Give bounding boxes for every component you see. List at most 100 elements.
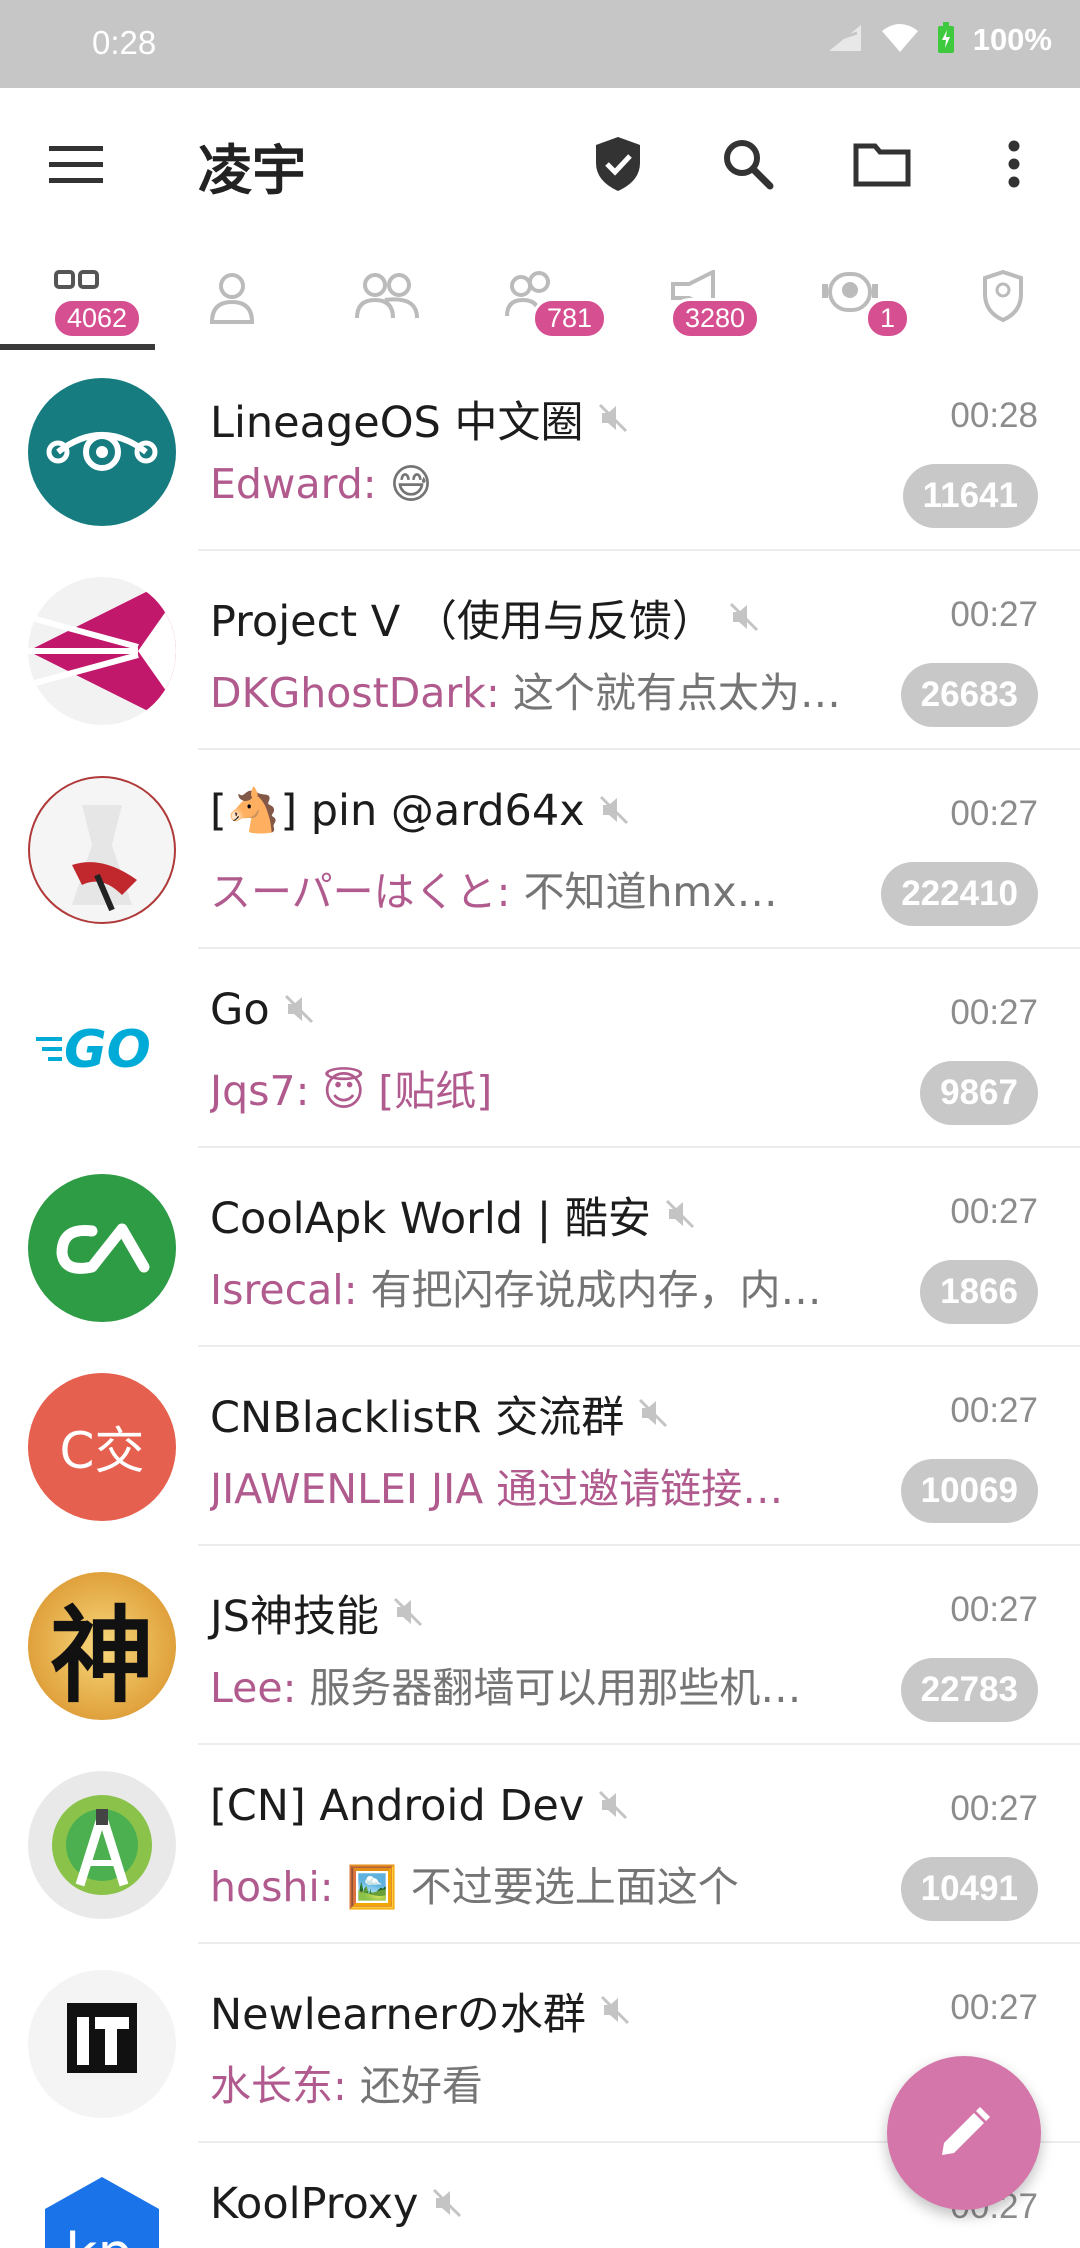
folder-button[interactable] — [842, 124, 922, 204]
last-message: DKGhostDark: 这个就有点太为… — [210, 659, 840, 719]
last-message: 水长东: 还好看 — [210, 2052, 483, 2112]
koolproxy-logo-icon: kp — [45, 2177, 159, 2248]
avatar-glyph: 神 — [49, 1593, 154, 1717]
muted-icon — [665, 1190, 695, 1240]
unread-count-badge: 22783 — [900, 1658, 1038, 1722]
more-vert-icon — [1008, 140, 1020, 188]
unread-count-badge: 26683 — [900, 663, 1038, 727]
chat-name: LineageOS 中文圈 — [210, 398, 584, 448]
chat-row[interactable]: Project V （使用与反馈） 00:27 DKGhostDark: 这个就… — [0, 551, 1080, 750]
chat-time: 00:27 — [950, 1192, 1038, 1231]
coolapk-logo-icon — [56, 1223, 150, 1274]
message-text: 这个就有点太为… — [499, 669, 840, 717]
muted-icon — [598, 394, 628, 444]
last-message: JIAWENLEI JIA 通过邀请链接… — [210, 1455, 783, 1515]
go-gopher-logo-icon: GO — [36, 1020, 151, 1079]
more-options-button[interactable] — [974, 124, 1054, 204]
hamburger-icon — [49, 146, 103, 183]
avatar — [28, 776, 176, 924]
chat-row[interactable]: C交 CNBlacklistR 交流群 00:27 JIAWENLEI JIA … — [0, 1347, 1080, 1546]
message-sender: DKGhostDark: — [210, 669, 500, 717]
anime-character-avatar-icon — [72, 805, 137, 912]
unread-count-badge: 11641 — [902, 464, 1038, 528]
compose-button[interactable] — [887, 2056, 1041, 2210]
chat-time: 00:27 — [950, 1988, 1038, 2027]
muted-icon — [432, 2179, 462, 2229]
chat-row[interactable]: 神 JS神技能 00:27 Lee: 服务器翻墙可以用那些机… 22783 — [0, 1546, 1080, 1745]
avatar: C交 — [28, 1373, 176, 1521]
muted-icon — [599, 786, 629, 836]
chat-list[interactable]: LineageOS 中文圈 00:28 Edward: 😅 11641 Proj… — [0, 352, 1080, 2248]
unread-count-badge: 222410 — [881, 862, 1038, 926]
proxy-shield-button[interactable] — [578, 124, 658, 204]
pencil-icon — [942, 2107, 990, 2155]
project-v-logo-icon — [28, 577, 176, 725]
chat-row[interactable]: CoolApk World | 酷安 00:27 Isrecal: 有把闪存说成… — [0, 1148, 1080, 1347]
unread-count-badge: 9867 — [920, 1061, 1038, 1125]
chat-name: Project V （使用与反馈） — [210, 597, 715, 647]
chat-name: CoolApk World | 酷安 — [210, 1194, 651, 1244]
last-message: Jqs7: 😇 [贴纸] — [210, 1057, 492, 1117]
search-button[interactable] — [708, 124, 788, 204]
avatar — [28, 1771, 176, 1919]
muted-icon — [729, 593, 759, 643]
last-message: スーパーはくと: 不知道hmx… — [210, 858, 778, 918]
message-text: 😅 — [376, 460, 433, 508]
chat-name: KoolProxy — [210, 2179, 419, 2229]
tab-badge: 781 — [532, 298, 608, 339]
chat-time: 00:27 — [950, 993, 1038, 1032]
last-message: Isrecal: 有把闪存说成内存，内… — [210, 1256, 822, 1316]
group-icon — [355, 273, 419, 319]
message-sender: Isrecal: — [210, 1266, 358, 1314]
shield-check-icon — [596, 137, 640, 191]
chat-time: 00:27 — [950, 1391, 1038, 1430]
unread-count-badge: 1866 — [920, 1260, 1038, 1324]
avatar — [28, 577, 176, 725]
message-text: 😇 [贴纸] — [309, 1067, 493, 1115]
avatar: 神 — [28, 1572, 176, 1720]
chat-time: 00:27 — [950, 794, 1038, 833]
chat-row[interactable]: [🐴] pin @ard64x 00:27 スーパーはくと: 不知道hmx… 2… — [0, 750, 1080, 949]
avatar — [28, 1970, 176, 2118]
message-sender: 水长东: — [210, 2062, 347, 2110]
muted-icon — [598, 1781, 628, 1831]
chat-row[interactable]: GO Go 00:27 Jqs7: 😇 [贴纸] 9867 — [0, 949, 1080, 1148]
tab-badge: 1 — [865, 298, 911, 339]
tab-contacts[interactable] — [157, 248, 307, 352]
newlearner-logo-icon — [67, 2003, 137, 2073]
avatar — [28, 378, 176, 526]
svg-text:GO: GO — [64, 1020, 151, 1079]
tab-groups[interactable] — [312, 248, 462, 352]
admin-icon — [983, 270, 1023, 323]
app-toolbar: 凌宇 — [0, 88, 1080, 248]
message-sender: Lee: — [210, 1664, 297, 1712]
menu-button[interactable] — [36, 124, 116, 204]
chat-name: [🐴] pin @ard64x — [210, 786, 585, 836]
muted-icon — [284, 985, 314, 1035]
battery-percentage: 100% — [972, 22, 1052, 57]
message-text: 不知道hmx… — [510, 868, 778, 916]
tab-bots[interactable]: 1 — [775, 248, 925, 352]
wifi-icon — [881, 23, 919, 57]
tab-supergroups[interactable]: 781 — [462, 248, 612, 352]
chat-row[interactable]: [CN] Android Dev 00:27 hoshi: 🖼️ 不过要选上面这… — [0, 1745, 1080, 1944]
chat-row[interactable]: LineageOS 中文圈 00:28 Edward: 😅 11641 — [0, 352, 1080, 551]
tab-all[interactable]: 4062 — [2, 248, 152, 352]
lineageos-logo-icon — [46, 432, 158, 471]
last-message: hoshi: 🖼️ 不过要选上面这个 — [210, 1853, 739, 1913]
muted-icon — [638, 1389, 668, 1439]
message-sender: スーパーはくと: — [210, 868, 511, 916]
tab-admin[interactable] — [928, 248, 1078, 352]
message-sender: Edward: — [210, 460, 377, 508]
chat-time: 00:27 — [950, 1789, 1038, 1828]
last-message: Lee: 服务器翻墙可以用那些机… — [210, 1654, 801, 1714]
tab-badge: 3280 — [670, 298, 761, 339]
tab-channels[interactable]: 3280 — [620, 248, 770, 352]
search-icon — [724, 140, 774, 190]
muted-icon — [393, 1588, 423, 1638]
last-message: Edward: 😅 — [210, 460, 432, 508]
chat-name: [CN] Android Dev — [210, 1781, 585, 1831]
chat-name: CNBlacklistR 交流群 — [210, 1393, 625, 1443]
muted-icon — [600, 1986, 630, 2036]
message-sender: hoshi: — [210, 1863, 334, 1911]
